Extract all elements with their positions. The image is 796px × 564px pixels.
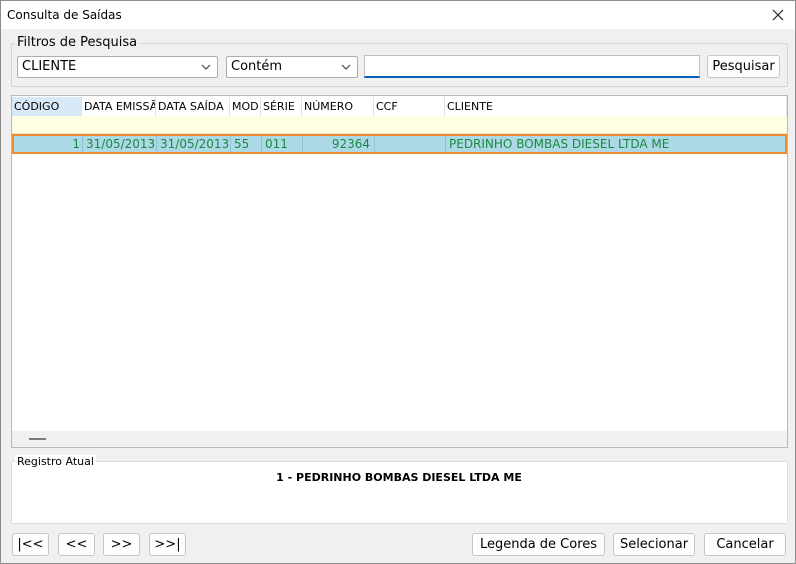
- results-grid[interactable]: CÓDIGO DATA EMISSÃO DATA SAÍDA MOD SÉRIE…: [11, 95, 788, 448]
- horizontal-scrollbar[interactable]: [12, 431, 787, 447]
- column-header-numero[interactable]: NÚMERO: [302, 97, 374, 116]
- field-select-value: CLIENTE: [22, 59, 77, 74]
- window-title: Consulta de Saídas: [7, 8, 122, 22]
- color-legend-button[interactable]: Legenda de Cores: [472, 533, 605, 556]
- chevron-down-icon: [201, 64, 211, 70]
- column-header-cliente[interactable]: CLIENTE: [445, 97, 787, 116]
- column-header-data-emissao[interactable]: DATA EMISSÃO: [82, 97, 156, 116]
- table-row[interactable]: 1 31/05/2013 31/05/2013 55 011 92364 PED…: [12, 134, 787, 154]
- cancel-button[interactable]: Cancelar: [704, 533, 786, 556]
- current-record-legend: Registro Atual: [15, 455, 96, 468]
- cell-cliente: PEDRINHO BOMBAS DIESEL LTDA ME: [449, 137, 670, 151]
- first-record-button[interactable]: |<<: [12, 533, 49, 556]
- operator-select[interactable]: Contém: [226, 56, 358, 78]
- column-separator: [82, 136, 83, 152]
- search-button[interactable]: Pesquisar: [707, 55, 780, 78]
- column-header-data-saida[interactable]: DATA SAÍDA: [156, 97, 230, 116]
- column-header-mod[interactable]: MOD: [230, 97, 261, 116]
- column-header-ccf[interactable]: CCF: [374, 97, 445, 116]
- current-record-text: 1 - PEDRINHO BOMBAS DIESEL LTDA ME: [276, 471, 522, 484]
- column-separator: [230, 136, 231, 152]
- cell-data-emissao: 31/05/2013: [86, 137, 156, 151]
- cell-codigo: 1: [72, 137, 80, 151]
- previous-record-button[interactable]: <<: [58, 533, 95, 556]
- next-record-button[interactable]: >>: [103, 533, 140, 556]
- chevron-down-icon: [341, 64, 351, 70]
- column-header-serie[interactable]: SÉRIE: [261, 97, 302, 116]
- dialog-window: Consulta de Saídas Filtros de Pesquisa C…: [0, 0, 796, 564]
- column-separator: [374, 136, 375, 152]
- column-separator: [445, 136, 446, 152]
- column-separator: [302, 136, 303, 152]
- cell-numero: 92364: [331, 137, 370, 151]
- grid-filter-row[interactable]: [12, 116, 787, 134]
- cell-data-saida: 31/05/2013: [160, 137, 230, 151]
- select-button[interactable]: Selecionar: [613, 533, 695, 556]
- column-separator: [156, 136, 157, 152]
- last-record-button[interactable]: >>|: [149, 533, 186, 556]
- column-header-codigo[interactable]: CÓDIGO: [12, 97, 82, 116]
- column-separator: [261, 136, 262, 152]
- cell-mod: 55: [234, 137, 250, 151]
- title-bar: Consulta de Saídas: [1, 1, 795, 29]
- search-input[interactable]: [364, 55, 700, 78]
- cell-serie: 011: [265, 137, 288, 151]
- field-select[interactable]: CLIENTE: [17, 56, 218, 78]
- operator-select-value: Contém: [231, 59, 283, 74]
- filters-legend: Filtros de Pesquisa: [15, 35, 140, 50]
- current-record-group: 1 - PEDRINHO BOMBAS DIESEL LTDA ME: [11, 461, 788, 524]
- scrollbar-thumb[interactable]: [29, 438, 46, 440]
- close-icon[interactable]: [767, 4, 789, 26]
